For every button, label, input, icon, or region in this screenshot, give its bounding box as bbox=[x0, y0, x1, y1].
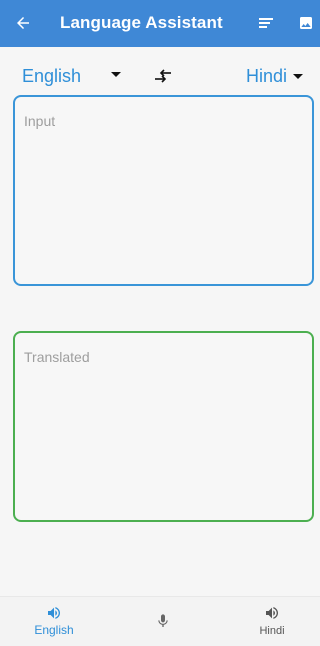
mic-icon bbox=[158, 614, 168, 627]
translated-text-area: Translated bbox=[13, 331, 314, 522]
speak-target-button[interactable]: Hindi bbox=[252, 605, 292, 638]
arrow-left-icon bbox=[17, 17, 29, 29]
speak-source-button[interactable]: English bbox=[30, 605, 78, 637]
chevron-down-icon bbox=[111, 72, 121, 77]
language-selector-row: English Hindi bbox=[0, 60, 320, 92]
swap-languages-button[interactable] bbox=[153, 66, 173, 86]
chevron-down-icon bbox=[293, 74, 304, 79]
input-text-area[interactable]: Input bbox=[13, 95, 314, 286]
image-icon bbox=[300, 17, 312, 29]
sort-button[interactable] bbox=[256, 13, 276, 33]
input-placeholder: Input bbox=[24, 113, 56, 129]
speaker-icon bbox=[266, 607, 278, 619]
image-button[interactable] bbox=[296, 13, 316, 33]
speaker-icon bbox=[48, 607, 60, 619]
bottom-bar: English Hindi bbox=[0, 596, 320, 646]
target-language-dropdown[interactable]: Hindi bbox=[246, 64, 304, 88]
back-button[interactable] bbox=[13, 13, 33, 33]
swap-arrows-icon bbox=[155, 69, 171, 83]
app-bar: Language Assistant bbox=[0, 0, 320, 47]
source-language-dropdown[interactable]: English bbox=[22, 64, 121, 88]
target-speak-label: Hindi bbox=[259, 625, 285, 637]
app-title: Language Assistant bbox=[60, 13, 223, 32]
app-screen: Language Assistant English Hindi Input T… bbox=[0, 0, 320, 646]
microphone-button[interactable] bbox=[153, 611, 173, 631]
sort-lines-icon bbox=[259, 18, 273, 28]
target-language-label: Hindi bbox=[246, 66, 288, 86]
translated-placeholder: Translated bbox=[24, 349, 90, 365]
source-language-label: English bbox=[22, 66, 82, 86]
source-speak-label: English bbox=[34, 623, 74, 637]
